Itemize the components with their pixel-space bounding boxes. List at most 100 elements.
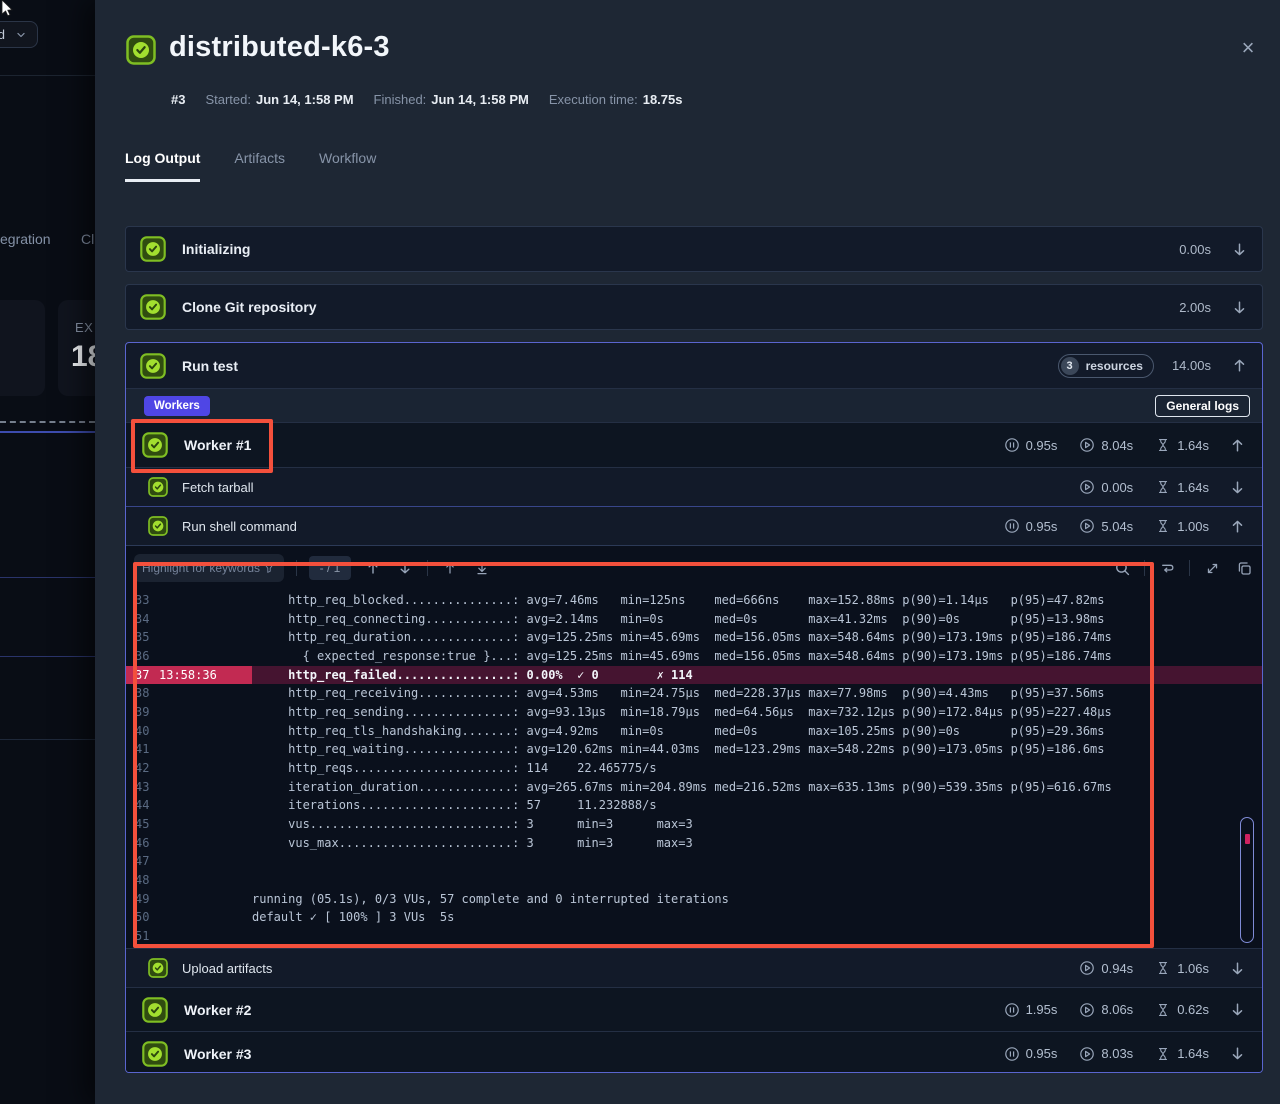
log-line-text: vus_max........................: 3 min=3… [252,834,693,853]
workers-filter-button[interactable]: Workers [144,396,210,416]
log-line: 41 http_req_waiting...............: avg=… [126,740,1262,759]
log-line-number: 33 [126,591,159,610]
background-card [0,300,45,396]
play-circle-icon [1079,479,1095,495]
chevron-down-icon[interactable] [1231,299,1248,316]
step-row-clone-git[interactable]: Clone Git repository 2.00s [125,284,1263,330]
log-line: 50default ✓ [ 100% ] 3 VUs 5s [126,908,1262,927]
prev-match-icon[interactable] [363,558,383,578]
log-line: 46 vus_max........................: 3 mi… [126,834,1262,853]
toolbar-divider [1144,560,1145,576]
copy-icon[interactable] [1234,558,1254,578]
log-line-number: 49 [126,890,159,909]
step-row-initializing[interactable]: Initializing 0.00s [125,226,1263,272]
log-line-timestamp [159,684,252,703]
log-line-timestamp [159,647,252,666]
success-status-icon [142,997,168,1023]
log-line: 45 vus............................: 3 mi… [126,815,1262,834]
close-icon[interactable]: × [1236,36,1260,60]
tab-workflow[interactable]: Workflow [319,150,376,182]
step-row-run-test[interactable]: Run test 3 resources 14.00s [126,343,1262,388]
background-nav-tab-left[interactable]: egration [0,231,51,247]
background-dashed-line [0,421,95,423]
hourglass-icon [1155,479,1171,495]
chevron-down-icon[interactable] [1229,960,1246,977]
keyword-search-input[interactable] [142,561,262,575]
toolbar-divider [1189,560,1190,576]
chevron-down-icon[interactable] [1229,1001,1246,1018]
wait-duration: 1.06s [1155,960,1209,976]
worker-row-2[interactable]: Worker #2 1.95s 8.06s 0.62s [126,987,1262,1031]
log-line: 40 http_req_tls_handshaking.......: avg=… [126,722,1262,741]
background-table-line [0,739,95,740]
chevron-up-icon[interactable] [1229,518,1246,535]
chevron-up-icon[interactable] [1231,357,1248,374]
background-nav-tab-right[interactable]: Cl [81,231,94,247]
step-row-run-shell-command[interactable]: Run shell command 0.95s 5.04s 1.00s [126,506,1262,545]
log-line-timestamp [159,759,252,778]
chevron-down-icon[interactable] [1231,241,1248,258]
success-status-icon [140,353,166,379]
chevron-down-icon[interactable] [1229,479,1246,496]
chevron-down-icon[interactable] [1229,1045,1246,1062]
tab-log-output[interactable]: Log Output [125,150,200,182]
log-line-number: 45 [126,815,159,834]
wrap-lines-icon[interactable] [1157,558,1177,578]
queued-duration: 0.95s [1004,437,1058,453]
success-status-icon [148,958,168,978]
filter-funnel-icon [262,561,276,575]
step-row-fetch-tarball[interactable]: Fetch tarball 0.00s 1.64s [126,467,1262,506]
log-line-text: vus............................: 3 min=3… [252,815,693,834]
run-duration: 5.04s [1079,518,1133,534]
log-line: 34 http_req_connecting............: avg=… [126,610,1262,629]
log-line-timestamp [159,591,252,610]
scroll-to-bottom-icon[interactable] [472,558,492,578]
log-line-number: 43 [126,778,159,797]
success-status-icon [142,1041,168,1067]
step-duration: 0.00s [1179,242,1211,257]
keyword-search-box[interactable] [134,554,284,582]
terminal-log: 33 http_req_blocked...............: avg=… [126,591,1262,946]
step-label: Run shell command [182,519,297,534]
worker-label: Worker #1 [184,437,251,453]
log-line-timestamp [159,871,252,890]
success-status-icon [140,236,166,262]
log-line-text: http_req_blocked...............: avg=7.4… [252,591,1105,610]
worker-row-3[interactable]: Worker #3 0.95s 8.03s 1.64s [126,1031,1262,1073]
log-line-text: default ✓ [ 100% ] 3 VUs 5s [252,908,454,927]
toolbar-divider [427,560,428,576]
tab-artifacts[interactable]: Artifacts [234,150,285,182]
step-group-run-test: Run test 3 resources 14.00s Workers Gene… [125,342,1263,1073]
search-icon[interactable] [1112,558,1132,578]
hourglass-icon [1155,1046,1171,1062]
background-dropdown[interactable]: d [0,21,38,48]
step-label: Upload artifacts [182,961,272,976]
hourglass-icon [1155,518,1171,534]
run-duration: 0.94s [1079,960,1133,976]
wait-duration: 1.64s [1155,1046,1209,1062]
worker-row-1[interactable]: Worker #1 0.95s 8.04s 1.64s [126,422,1262,467]
scroll-to-top-icon[interactable] [440,558,460,578]
resources-badge[interactable]: 3 resources [1058,354,1154,378]
log-line: 47 [126,852,1262,871]
log-line: 44 iterations.....................: 57 1… [126,796,1262,815]
chevron-up-icon[interactable] [1229,437,1246,454]
resources-count: 3 [1061,357,1079,375]
next-match-icon[interactable] [395,558,415,578]
execution-time-meta: Execution time: 18.75s [549,92,683,107]
chevron-down-icon [14,28,28,42]
background-table-line [0,656,95,657]
step-row-upload-artifacts[interactable]: Upload artifacts 0.94s 1.06s [126,948,1262,987]
step-duration: 14.00s [1172,358,1211,373]
fullscreen-icon[interactable] [1202,558,1222,578]
terminal-scrollbar[interactable] [1240,817,1254,943]
log-line: 49running (05.1s), 0/3 VUs, 57 complete … [126,890,1262,909]
page-title: distributed-k6-3 [169,31,390,64]
step-duration: 2.00s [1179,300,1211,315]
hourglass-icon [1155,437,1171,453]
log-line-text: iterations.....................: 57 11.2… [252,796,657,815]
wait-duration: 1.64s [1155,479,1209,495]
step-label: Run test [182,358,238,374]
log-line-timestamp [159,890,252,909]
general-logs-button[interactable]: General logs [1155,395,1250,417]
